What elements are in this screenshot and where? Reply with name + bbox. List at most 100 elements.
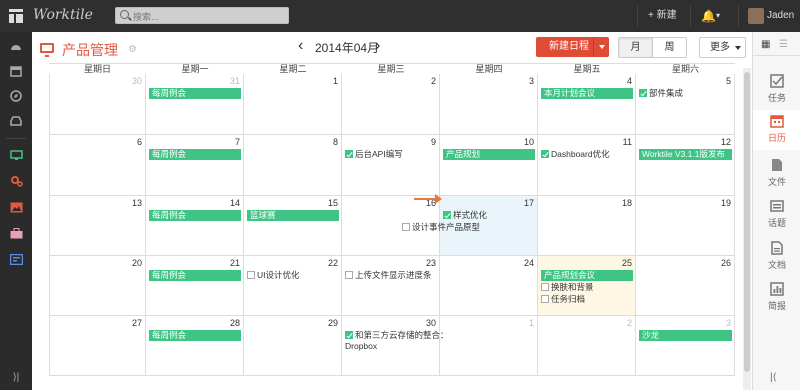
calendar-event[interactable]: 每周例会: [149, 210, 241, 221]
calendar-task-continued[interactable]: Dropbox: [345, 341, 377, 352]
view-week-button[interactable]: 周: [652, 37, 687, 58]
chevron-down-icon[interactable]: ▾: [716, 0, 720, 32]
gears-icon[interactable]: [0, 170, 32, 192]
project-monitor-icon[interactable]: [0, 144, 32, 166]
image-icon[interactable]: [0, 196, 32, 218]
day-cell[interactable]: 19: [636, 196, 735, 256]
day-cell[interactable]: 27: [49, 316, 146, 376]
calendar-task[interactable]: UI设计优化: [247, 270, 300, 281]
day-cell[interactable]: 18: [538, 196, 636, 256]
calendar-task[interactable]: 设计事件产品原型: [402, 222, 480, 233]
day-cell[interactable]: 23: [342, 256, 440, 316]
board-icon[interactable]: [0, 248, 32, 270]
calendar-event[interactable]: 产品规划: [443, 149, 535, 160]
search-input[interactable]: 搜索...: [115, 7, 289, 24]
user-name[interactable]: Jaden: [767, 0, 794, 32]
rightbar-calendar[interactable]: 日历: [753, 110, 800, 150]
briefcase-icon[interactable]: [0, 222, 32, 244]
calendar-event[interactable]: 每周例会: [149, 330, 241, 341]
scrollbar[interactable]: [743, 68, 751, 390]
next-month-button[interactable]: ›: [375, 38, 380, 54]
day-cell[interactable]: 2: [342, 74, 440, 135]
apps-grid-icon[interactable]: [9, 9, 23, 23]
calendar-task[interactable]: 上传文件显示进度条: [345, 270, 432, 281]
day-cell[interactable]: 7: [146, 135, 244, 196]
month-calendar: 星期日 星期一 星期二 星期三 星期四 星期五 星期六 30 31 1 2 3 4 5 6 7 8 9 10 11 12…: [49, 63, 735, 384]
checkbox-icon[interactable]: [541, 283, 549, 291]
day-cell[interactable]: 22: [244, 256, 342, 316]
checked-checkbox-icon[interactable]: [541, 150, 549, 158]
chevron-down-icon[interactable]: [593, 37, 609, 57]
rightbar-task[interactable]: 任务: [753, 70, 800, 110]
rightbar-doc[interactable]: 文档: [753, 237, 800, 277]
day-cell[interactable]: 1: [244, 74, 342, 135]
day-cell[interactable]: 10: [440, 135, 538, 196]
new-schedule-button[interactable]: 新建日程: [536, 37, 609, 57]
day-cell[interactable]: 11: [538, 135, 636, 196]
new-button[interactable]: + 新建: [648, 0, 677, 32]
day-cell[interactable]: 31: [146, 74, 244, 135]
compass-icon[interactable]: [0, 85, 32, 107]
calendar-task[interactable]: 样式优化: [443, 210, 487, 221]
calendar-event[interactable]: 沙龙: [639, 330, 732, 341]
calendar-task[interactable]: 换肤和背景: [541, 282, 594, 293]
calendar-task[interactable]: 任务归档: [541, 294, 585, 305]
day-cell[interactable]: 14: [146, 196, 244, 256]
view-month-button[interactable]: 月: [618, 37, 653, 58]
day-cell[interactable]: 28: [146, 316, 244, 376]
day-cell[interactable]: 6: [49, 135, 146, 196]
day-cell[interactable]: 2: [538, 316, 636, 376]
day-cell[interactable]: 21: [146, 256, 244, 316]
calendar-event[interactable]: 每周例会: [149, 88, 241, 99]
day-cell[interactable]: 15: [244, 196, 342, 256]
calendar-event[interactable]: 每周例会: [149, 270, 241, 281]
day-cell[interactable]: 9: [342, 135, 440, 196]
day-cell[interactable]: 3: [440, 74, 538, 135]
calendar-event[interactable]: 篮球赛: [247, 210, 339, 221]
checkbox-icon[interactable]: [247, 271, 255, 279]
checkbox-icon[interactable]: [541, 295, 549, 303]
settings-gear-icon[interactable]: ⚙: [128, 44, 137, 55]
day-cell[interactable]: 1: [440, 316, 538, 376]
checked-checkbox-icon[interactable]: [639, 89, 647, 97]
calendar-event[interactable]: Worktile V3.1.1版发布: [639, 149, 732, 160]
inbox-icon[interactable]: [0, 110, 32, 132]
day-cell[interactable]: 12: [636, 135, 735, 196]
bell-icon[interactable]: 🔔: [701, 0, 716, 32]
dashboard-icon[interactable]: [0, 35, 32, 57]
expand-icon[interactable]: ⟩|: [0, 366, 32, 388]
calendar-event[interactable]: 每周例会: [149, 149, 241, 160]
calendar-task[interactable]: 后台API编写: [345, 149, 403, 160]
day-cell[interactable]: 8: [244, 135, 342, 196]
list-view-icon[interactable]: ☰: [779, 39, 788, 50]
day-cell[interactable]: 3: [636, 316, 735, 376]
more-dropdown[interactable]: 更多: [699, 37, 746, 58]
day-cell[interactable]: 5: [636, 74, 735, 135]
day-cell[interactable]: 4: [538, 74, 636, 135]
calendar-event[interactable]: 产品规划会议: [541, 270, 633, 281]
brand-logo[interactable]: Worktile: [33, 7, 93, 23]
day-cell[interactable]: 29: [244, 316, 342, 376]
calendar-task[interactable]: 和第三方云存储的整合：: [345, 330, 449, 341]
calendar-icon[interactable]: [0, 60, 32, 82]
day-cell[interactable]: 26: [636, 256, 735, 316]
collapse-icon[interactable]: |⟨: [770, 372, 777, 383]
avatar[interactable]: [748, 8, 764, 24]
calendar-task[interactable]: 部件集成: [639, 88, 683, 99]
day-cell[interactable]: 13: [49, 196, 146, 256]
checkbox-icon[interactable]: [345, 271, 353, 279]
rightbar-report[interactable]: 简报: [753, 278, 800, 318]
day-cell[interactable]: 30: [49, 74, 146, 135]
day-cell[interactable]: 20: [49, 256, 146, 316]
rightbar-file[interactable]: 文件: [753, 154, 800, 194]
checked-checkbox-icon[interactable]: [443, 211, 451, 219]
checked-checkbox-icon[interactable]: [345, 331, 353, 339]
calendar-event[interactable]: 本月计划会议: [541, 88, 633, 99]
rightbar-topic[interactable]: 话题: [753, 195, 800, 235]
grid-view-icon[interactable]: ▦: [761, 39, 770, 50]
checkbox-icon[interactable]: [402, 223, 410, 231]
checked-checkbox-icon[interactable]: [345, 150, 353, 158]
prev-month-button[interactable]: ‹: [298, 38, 303, 54]
calendar-task[interactable]: Dashboard优化: [541, 149, 610, 160]
day-cell[interactable]: 24: [440, 256, 538, 316]
